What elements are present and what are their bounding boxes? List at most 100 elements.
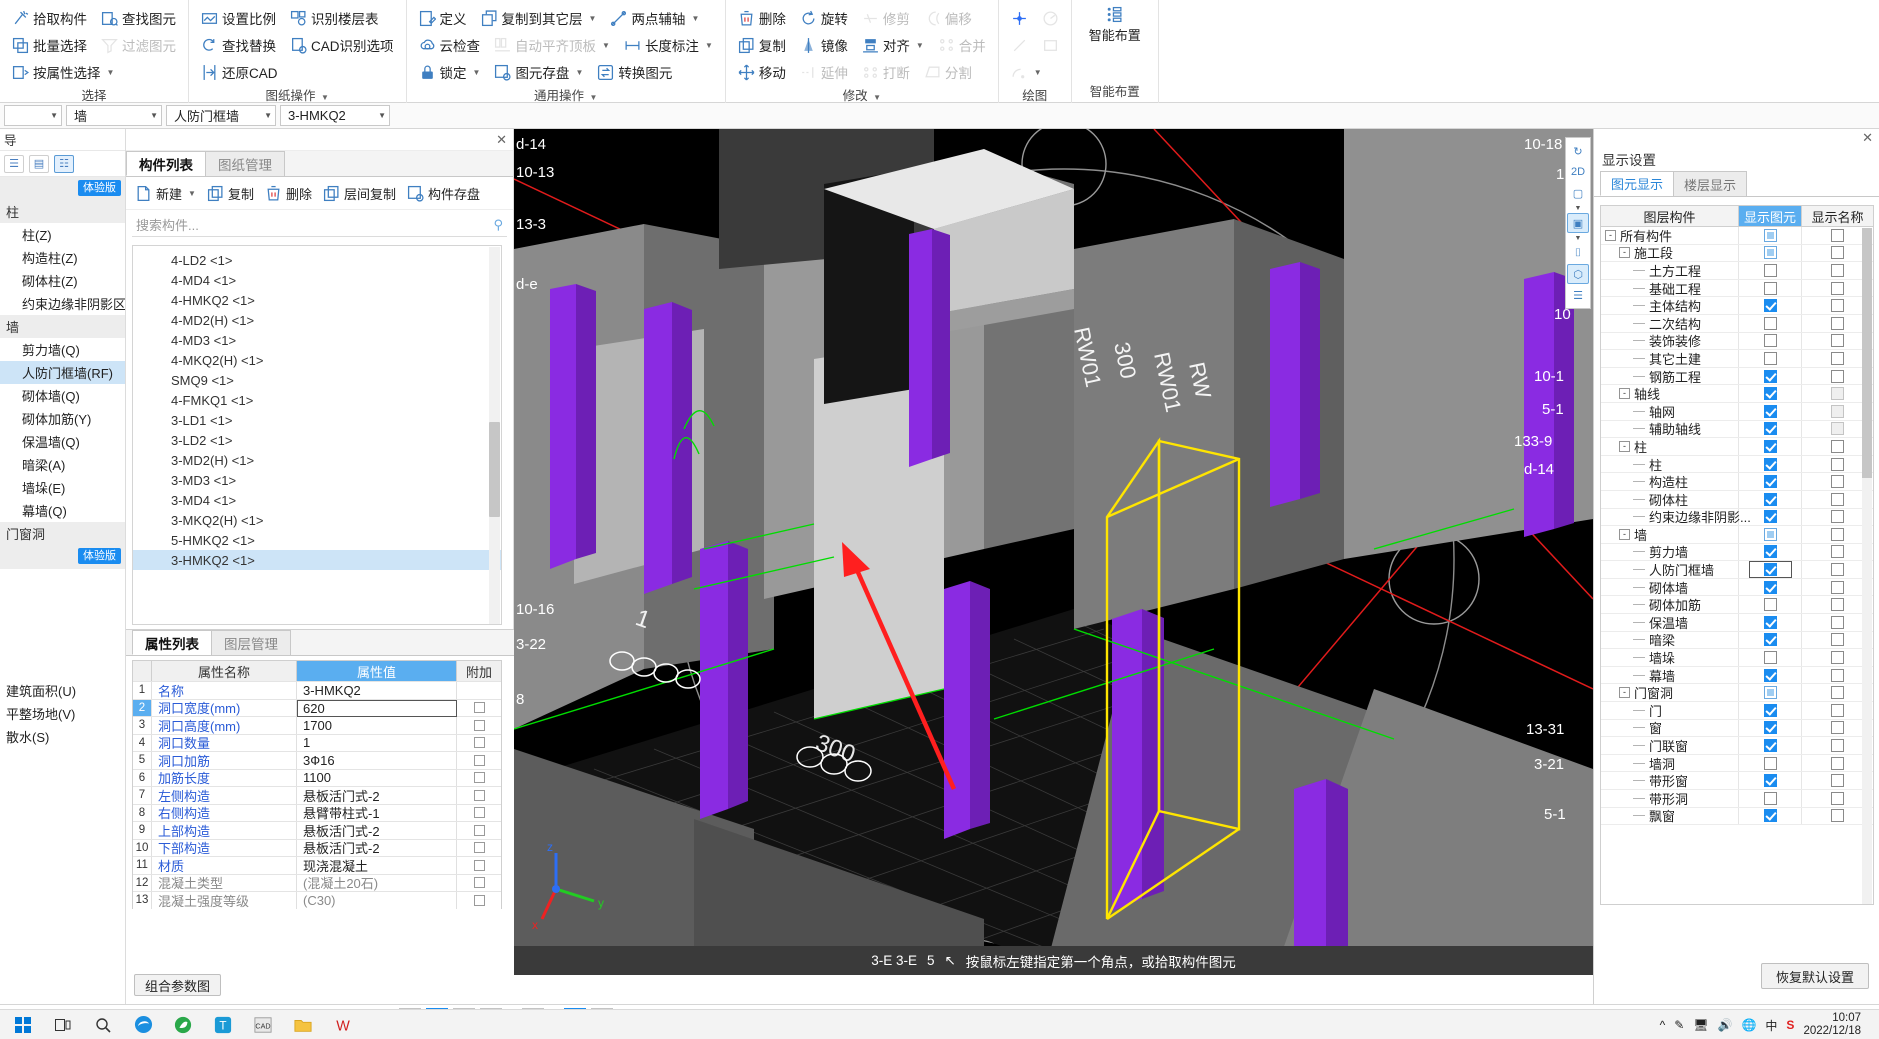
property-row[interactable]: 2 洞口宽度(mm) 620 <box>133 698 501 717</box>
checkbox-show-name[interactable] <box>1831 334 1844 348</box>
property-extra[interactable] <box>457 857 501 874</box>
property-extra[interactable] <box>457 840 501 857</box>
checkbox-show-element[interactable] <box>1763 668 1777 682</box>
list-item[interactable]: 4-MKQ2(H) <1> <box>133 350 501 370</box>
tab-图元显示[interactable]: 图元显示 <box>1600 171 1675 196</box>
checkbox-show-name[interactable] <box>1831 633 1844 647</box>
list-item[interactable]: 3-MKQ2(H) <1> <box>133 510 501 530</box>
sidebar-item-约束边缘非阴影区[interactable]: 约束边缘非阴影区 <box>0 292 125 315</box>
checkbox-show-name[interactable] <box>1831 228 1844 242</box>
ribbon-button-find-element[interactable]: 查找图元 <box>95 6 182 31</box>
explorer-app[interactable] <box>284 1010 322 1039</box>
search-icon[interactable]: ⚲ <box>493 217 503 233</box>
checkbox-show-name[interactable] <box>1831 791 1844 805</box>
checkbox-show-element[interactable] <box>1763 739 1777 753</box>
3d-model-canvas[interactable]: d-14 10-13 13-3 d-e 10-16 3-22 8 10-18 1… <box>514 129 1593 975</box>
show-element-cell[interactable] <box>1739 438 1802 455</box>
viewport-crop-icon[interactable]: ⌷ <box>1567 243 1589 263</box>
show-element-cell[interactable] <box>1739 631 1802 649</box>
property-extra[interactable] <box>457 805 501 822</box>
tab-图层管理[interactable]: 图层管理 <box>211 630 291 655</box>
show-element-cell[interactable] <box>1739 350 1802 367</box>
property-extra[interactable] <box>457 735 501 752</box>
property-extra[interactable] <box>457 875 501 892</box>
layer-tree-row[interactable]: 土方工程 <box>1601 262 1873 280</box>
ribbon-button-length-dim[interactable]: 长度标注 ▼ <box>618 33 719 58</box>
list-item[interactable]: 4-LD2 <1> <box>133 250 501 270</box>
layer-tree-row[interactable]: - 施工段 <box>1601 244 1873 263</box>
ribbon-button-restore-cad[interactable]: 还原CAD <box>195 60 284 85</box>
property-row[interactable]: 5 洞口加筋 3Ф16 <box>133 751 501 769</box>
ribbon-button-convert-element[interactable]: 转换图元 <box>591 60 678 85</box>
chevron-down-icon[interactable]: ▼ <box>602 41 610 50</box>
property-value[interactable]: 1 <box>297 734 457 751</box>
sidebar-item-人防门框墙RF[interactable]: 人防门框墙(RF) <box>0 361 125 384</box>
ribbon-button-two-point-axis[interactable]: 两点辅轴 ▼ <box>604 6 705 31</box>
layer-tree-scrollbar[interactable] <box>1862 228 1872 904</box>
property-row[interactable]: 8 右侧构造 悬臂带柱式-1 <box>133 803 501 822</box>
viewport-orbit-icon[interactable]: ↻ <box>1567 141 1589 161</box>
focused-cell[interactable] <box>1748 560 1792 579</box>
checkbox-show-element[interactable] <box>1763 721 1777 735</box>
checkbox-show-name[interactable] <box>1831 686 1844 700</box>
layer-tree-row[interactable]: -墙 <box>1601 526 1873 544</box>
layer-tree-row[interactable]: 人防门框墙 <box>1601 560 1873 579</box>
ribbon-button-set-scale[interactable]: 设置比例 <box>195 6 282 31</box>
property-value[interactable]: 悬板活门式-2 <box>297 822 457 839</box>
list-item[interactable]: 3-LD2 <1> <box>133 430 501 450</box>
sidebar-item-剪力墙Q[interactable]: 剪力墙(Q) <box>0 338 125 361</box>
property-row[interactable]: 10 下部构造 悬板活门式-2 <box>133 838 501 857</box>
list-item[interactable]: 4-HMKQ2 <1> <box>133 290 501 310</box>
ribbon-button-point[interactable] <box>1005 6 1034 31</box>
viewport-cube-select-icon[interactable]: ⬡ <box>1567 264 1589 284</box>
checkbox[interactable] <box>473 807 485 819</box>
ribbon-button-move[interactable]: 移动 <box>732 60 792 85</box>
layer-tree-row[interactable]: 带形窗 <box>1601 772 1873 790</box>
checkbox-show-name[interactable] <box>1831 615 1844 629</box>
chevron-down-icon[interactable]: ▼ <box>575 68 583 77</box>
component-tool-构件存盘[interactable]: 构件存盘 <box>403 181 484 206</box>
checkbox[interactable] <box>473 737 485 749</box>
ribbon-button-find-replace[interactable]: 查找替换 <box>195 33 282 58</box>
checkbox-show-element[interactable] <box>1763 651 1777 665</box>
checkbox-show-name[interactable] <box>1831 739 1844 753</box>
checkbox[interactable] <box>473 842 485 854</box>
expand-collapse-icon[interactable]: - <box>1619 247 1630 259</box>
checkbox-show-name[interactable] <box>1831 246 1844 260</box>
ribbon-button-select-by-property[interactable]: 按属性选择 ▼ <box>6 60 120 85</box>
property-row[interactable]: 6 加筋长度 1100 <box>133 768 501 786</box>
checkbox-show-element[interactable] <box>1763 633 1777 647</box>
layer-tree-row[interactable]: 轴网 <box>1601 402 1873 421</box>
layer-tree-row[interactable]: 墙洞 <box>1601 754 1873 773</box>
sidebar-item-暗梁A[interactable]: 暗梁(A) <box>0 453 125 476</box>
property-value[interactable]: 悬板活门式-2 <box>297 787 457 804</box>
checkbox-show-name[interactable] <box>1831 545 1844 559</box>
left-nav-group-门窗洞[interactable]: 门窗洞 <box>0 522 125 545</box>
show-element-cell[interactable] <box>1739 244 1802 262</box>
checkbox-show-element[interactable] <box>1763 492 1777 506</box>
layer-tree-row[interactable]: 砌体加筋 <box>1601 596 1873 615</box>
checkbox-show-element[interactable] <box>1763 246 1777 260</box>
checkbox-show-name[interactable] <box>1831 475 1844 489</box>
layer-tree-row[interactable]: 基础工程 <box>1601 279 1873 298</box>
viewport-display-settings-icon[interactable]: ☰ <box>1567 285 1589 305</box>
component-tool-新建[interactable]: 新建 ▼ <box>131 181 200 206</box>
list-item[interactable]: 4-MD3 <1> <box>133 330 501 350</box>
smart-layout-button[interactable]: 智能布置 <box>1078 2 1152 44</box>
layer-tree-row[interactable]: 钢筋工程 <box>1601 367 1873 386</box>
layer-tree-row[interactable]: 幕墙 <box>1601 666 1873 685</box>
viewport-box-white-icon[interactable]: ▢ <box>1567 183 1589 203</box>
checkbox-show-name[interactable] <box>1831 756 1844 770</box>
ribbon-button-copy-to-layer[interactable]: 复制到其它层 ▼ <box>475 6 603 31</box>
ribbon-button-cad-options[interactable]: CAD识别选项 <box>284 33 400 58</box>
left-nav-group-柱[interactable]: 柱 <box>0 200 125 223</box>
layer-tree-row[interactable]: - 门窗洞 <box>1601 684 1873 703</box>
layer-tree-row[interactable]: 二次结构 <box>1601 314 1873 333</box>
3d-viewport[interactable]: d-14 10-13 13-3 d-e 10-16 3-22 8 10-18 1… <box>514 129 1593 975</box>
property-value[interactable]: (混凝土20石) <box>297 874 457 891</box>
layer-tree-row[interactable]: 窗 <box>1601 719 1873 738</box>
chevron-down-icon[interactable]: ▼ <box>705 41 713 50</box>
chevron-down-icon[interactable]: ▼ <box>107 68 115 77</box>
layer-tree-row[interactable]: 主体结构 <box>1601 297 1873 315</box>
checkbox-show-name[interactable] <box>1831 580 1844 594</box>
